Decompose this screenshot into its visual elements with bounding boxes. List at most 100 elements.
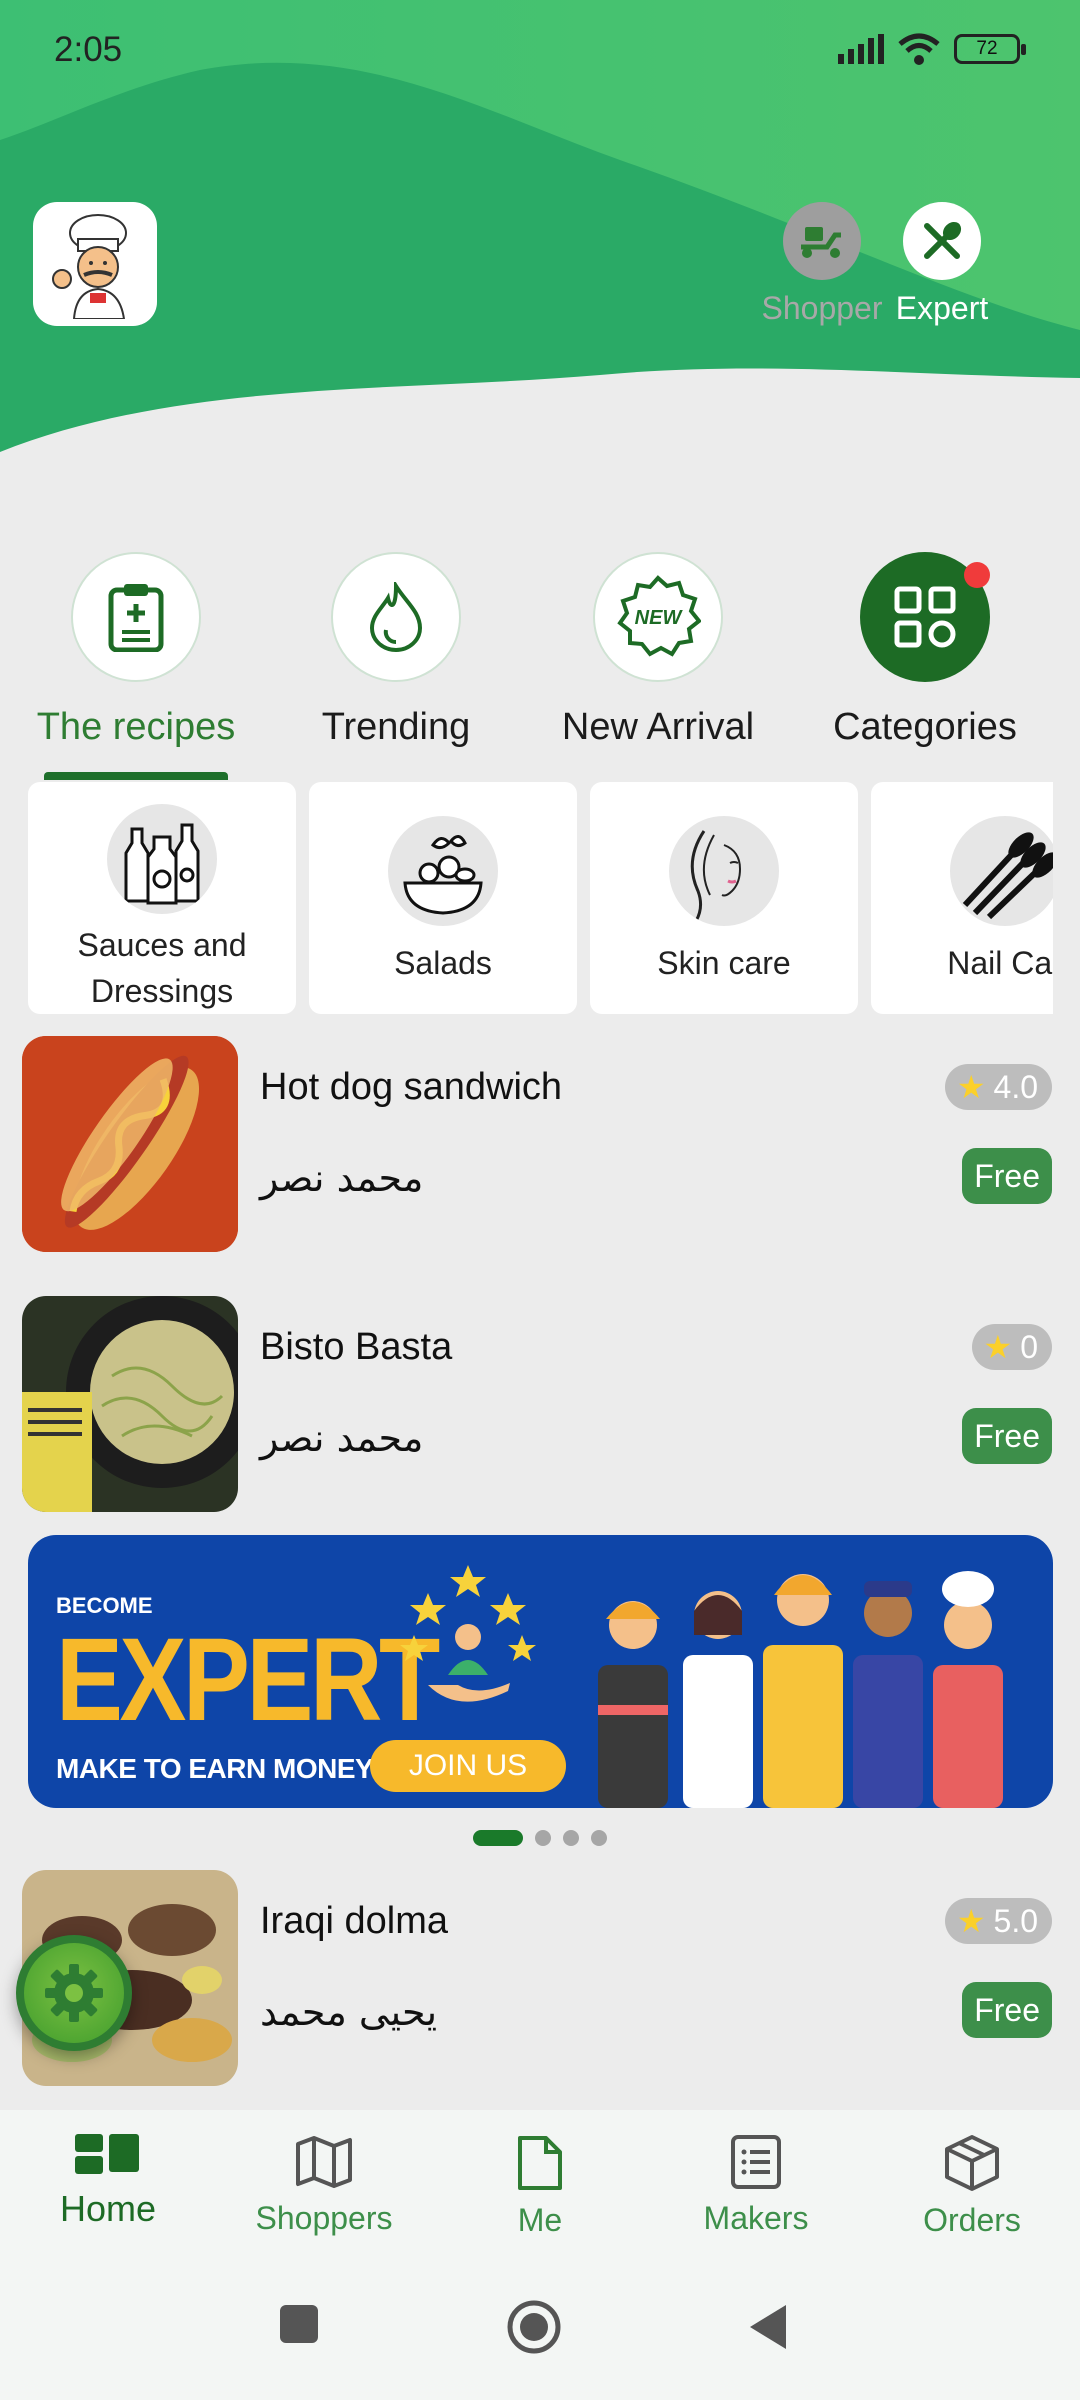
face-icon	[669, 816, 779, 926]
bottles-icon	[107, 804, 217, 914]
nav-makers[interactable]: Makers	[648, 2110, 864, 2265]
rating-value: 5.0	[993, 1902, 1038, 1939]
shopper-role-button[interactable]: Shopper	[761, 202, 883, 327]
back-triangle-icon	[750, 2305, 786, 2349]
category-label: Salads	[394, 945, 492, 981]
settings-fab[interactable]	[16, 1935, 132, 2051]
scooter-icon	[783, 202, 861, 280]
price-badge: Free	[962, 1148, 1052, 1204]
tab-label: Categories	[833, 706, 1017, 748]
nav-label: Orders	[923, 2202, 1021, 2238]
file-icon	[518, 2136, 562, 2190]
pagination-dot[interactable]	[535, 1830, 551, 1846]
flame-icon	[331, 552, 461, 682]
rating-badge: ★ 5.0	[944, 1898, 1052, 1944]
recipe-author: يحيى محمد	[260, 1990, 438, 2034]
banner-expert-text: EXPERT	[56, 1614, 440, 1746]
utensils-icon	[903, 202, 981, 280]
rating-badge: ★ 4.0	[944, 1064, 1052, 1110]
nav-shoppers[interactable]: Shoppers	[216, 2110, 432, 2265]
banner-pagination	[473, 1830, 607, 1846]
recipe-author: محمد نصر	[260, 1156, 424, 1200]
recipe-list-item[interactable]: Bisto Basta محمد نصر ★ 0 Free	[22, 1296, 1052, 1512]
expert-role-button[interactable]: Expert	[882, 202, 1002, 327]
battery-indicator: 72	[954, 34, 1026, 64]
wifi-icon	[898, 33, 940, 65]
rating-value: 4.0	[993, 1068, 1038, 1105]
category-card-sauces[interactable]: Sauces and Dressings	[28, 782, 296, 1014]
price-badge: Free	[962, 1982, 1052, 2038]
rating-badge: ★ 0	[971, 1324, 1052, 1370]
salad-bowl-icon	[388, 816, 498, 926]
list-icon	[731, 2135, 781, 2189]
dashboard-icon	[75, 2134, 139, 2174]
nav-orders[interactable]: Orders	[864, 2110, 1080, 2265]
pagination-dot[interactable]	[591, 1830, 607, 1846]
tab-categories[interactable]: Categories	[795, 552, 1055, 749]
star-icon: ★	[983, 1329, 1013, 1365]
expert-hand-stars-icon	[400, 1565, 536, 1702]
category-card-salads[interactable]: Salads	[309, 782, 577, 1014]
gear-icon	[45, 1964, 103, 2022]
app-logo[interactable]	[33, 202, 157, 326]
nav-label: Me	[517, 2202, 563, 2238]
rating-value: 0	[1020, 1328, 1038, 1365]
recipe-author: محمد نصر	[260, 1416, 424, 1460]
home-button[interactable]	[506, 2299, 562, 2359]
category-label: Nail Car	[947, 945, 1053, 981]
nav-me[interactable]: Me	[432, 2110, 648, 2265]
grid-icon	[860, 552, 990, 682]
hot-dog-thumbnail	[22, 1036, 238, 1252]
chef-logo-icon	[52, 214, 127, 319]
nav-label: Home	[59, 2188, 157, 2229]
tab-label: The recipes	[36, 706, 236, 748]
category-card-nail-care[interactable]: Nail Car	[871, 782, 1053, 1014]
category-tabs: The recipes Trending NEW New Arrival Cat…	[0, 552, 1080, 782]
box-icon	[945, 2135, 999, 2191]
recipe-title: Hot dog sandwich	[260, 1066, 563, 1108]
workers-illustration-icon	[598, 1571, 1003, 1808]
nav-label: Shoppers	[255, 2200, 393, 2236]
become-expert-banner[interactable]: BECOME EXPERT MAKE TO EARN MONEY ! JOIN …	[28, 1535, 1053, 1808]
pagination-dot-active[interactable]	[473, 1830, 523, 1846]
banner-earn-text: MAKE TO EARN MONEY !	[56, 1753, 389, 1784]
star-icon: ★	[956, 1903, 986, 1939]
shopper-role-label: Shopper	[761, 290, 883, 326]
recipe-list-item[interactable]: Iraqi dolma يحيى محمد ★ 5.0 Free	[22, 1870, 1052, 2086]
system-navigation-bar	[0, 2265, 1080, 2400]
recipe-list-item[interactable]: Hot dog sandwich محمد نصر ★ 4.0 Free	[22, 1036, 1052, 1252]
tab-the-recipes[interactable]: The recipes	[6, 552, 266, 749]
status-time: 2:05	[54, 30, 123, 69]
category-card-skin-care[interactable]: Skin care	[590, 782, 858, 1014]
tab-new-arrival[interactable]: NEW New Arrival	[528, 552, 788, 749]
signal-icon	[838, 34, 884, 64]
recipe-title: Iraqi dolma	[260, 1900, 448, 1942]
join-us-button[interactable]: JOIN US	[370, 1740, 566, 1792]
nav-label: Makers	[703, 2200, 809, 2236]
circle-home-icon	[507, 2300, 561, 2354]
category-label: Sauces and Dressings	[77, 927, 247, 1009]
status-bar: 2:05 72	[0, 0, 1080, 100]
map-icon	[296, 2136, 352, 2188]
subcategory-carousel[interactable]: Sauces and Dressings Salads Skin care Na…	[28, 782, 1053, 1014]
recipe-title: Bisto Basta	[260, 1326, 453, 1368]
pasta-thumbnail	[22, 1296, 238, 1512]
active-tab-indicator	[44, 772, 228, 780]
back-button[interactable]	[748, 2303, 790, 2355]
clipboard-icon	[71, 552, 201, 682]
pagination-dot[interactable]	[563, 1830, 579, 1846]
square-icon	[280, 2305, 318, 2343]
tab-label: Trending	[321, 706, 471, 748]
category-label: Skin care	[657, 945, 791, 981]
new-badge-text: NEW	[635, 607, 684, 629]
nav-home[interactable]: Home	[0, 2110, 216, 2265]
status-icons: 72	[838, 32, 1026, 66]
notification-dot	[964, 562, 990, 588]
tab-label: New Arrival	[561, 706, 755, 748]
recents-button[interactable]	[278, 2303, 320, 2349]
expert-role-label: Expert	[895, 290, 989, 326]
new-badge-icon: NEW	[593, 552, 723, 682]
tab-trending[interactable]: Trending	[266, 552, 526, 749]
bottom-navigation: Home Shoppers Me Makers Orders	[0, 2110, 1080, 2265]
star-icon: ★	[956, 1069, 986, 1105]
